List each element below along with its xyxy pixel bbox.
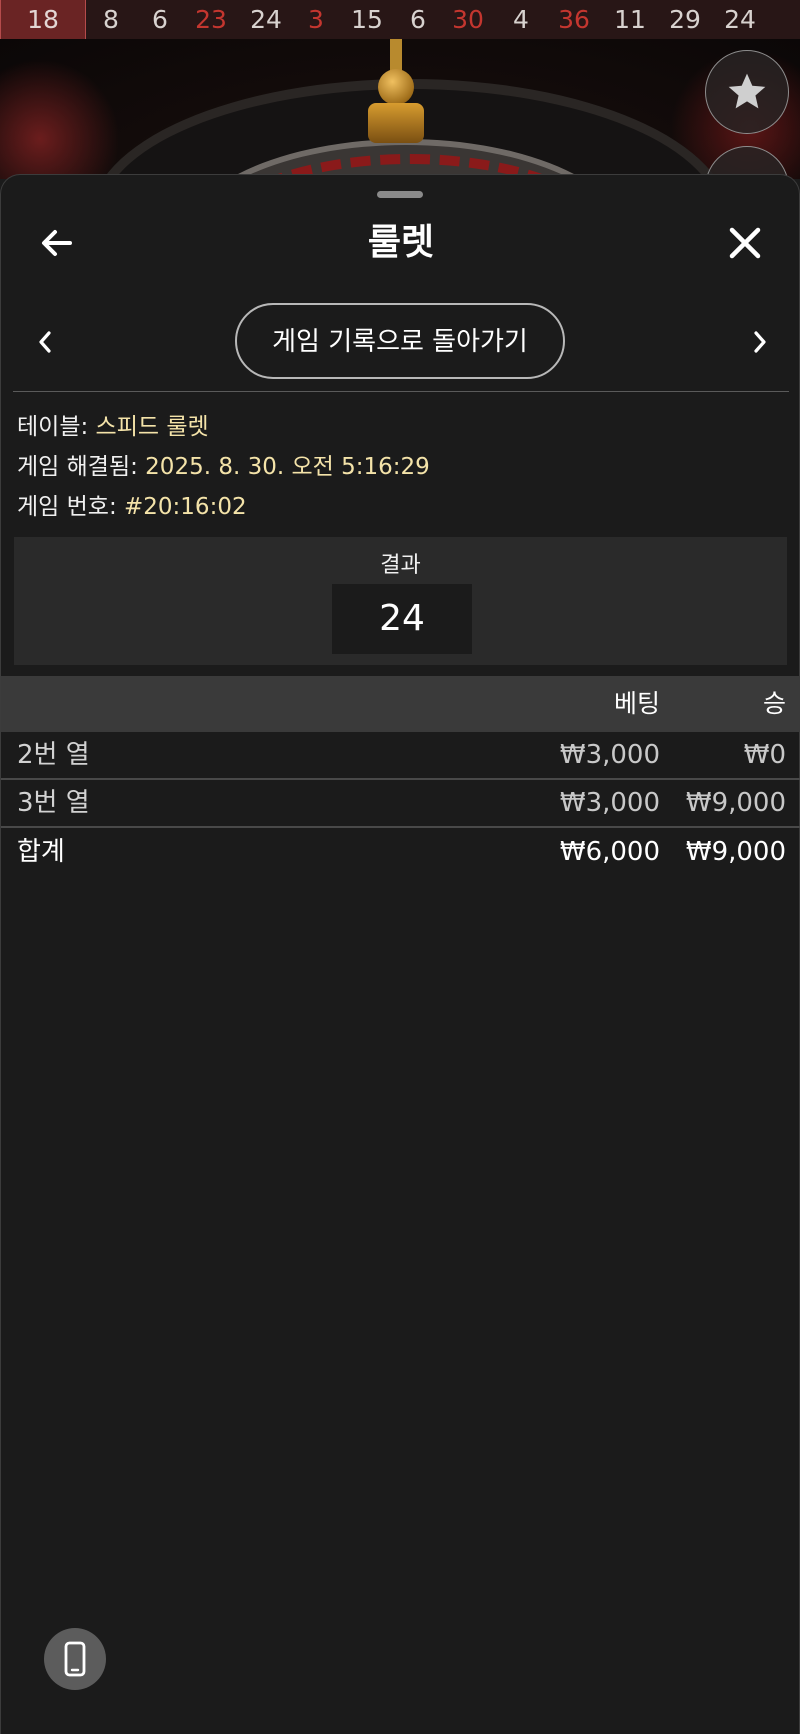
bet-name: 2번 열 [17,740,90,770]
total-row: 합계 ₩6,000 ₩9,000 [1,828,800,876]
resolved-info-row: 게임 해결됨: 2025. 8. 30. 오전 5:16:29 [17,447,797,487]
total-win: ₩9,000 [685,837,786,867]
arrow-left-icon [42,230,72,256]
page-title: 룰렛 [367,222,435,263]
table-info-row: 테이블: 스피드 룰렛 [17,407,797,447]
next-game-button[interactable] [744,325,774,359]
table-row: 2번 열 ₩3,000 ₩0 [1,732,800,780]
close-icon [729,227,761,259]
back-to-history-button[interactable]: 게임 기록으로 돌아가기 [235,303,565,379]
total-bet: ₩6,000 [559,837,660,867]
resolved-label: 게임 해결됨: [17,454,146,480]
wheel-turret [360,39,430,159]
history-number: 36 [558,5,590,34]
device-toggle-button[interactable] [44,1628,106,1690]
video-backdrop [0,59,120,179]
sheet-drag-handle[interactable] [377,191,423,198]
table-row: 3번 열 ₩3,000 ₩9,000 [1,780,800,828]
live-video-feed [0,39,800,179]
history-number: 18 [0,0,86,40]
history-number: 15 [351,5,383,34]
bet-column-header: 베팅 [613,689,660,718]
bet-amount: ₩3,000 [559,740,660,770]
history-number: 6 [152,5,168,34]
sheet-header: 룰렛 [1,211,800,275]
history-number: 24 [724,5,756,34]
history-number: 8 [103,5,119,34]
game-detail-sheet: 룰렛 게임 기록으로 돌아가기 테이블: 스피드 룰렛 게임 해결됨: 2025… [0,174,800,1734]
back-button[interactable] [37,223,77,263]
recent-results-strip: 18 8 6 23 24 3 15 6 30 4 36 11 29 24 [0,0,800,40]
history-number: 3 [308,5,324,34]
result-number: 24 [332,584,472,654]
history-number: 29 [669,5,701,34]
resolved-value: 2025. 8. 30. 오전 5:16:29 [145,454,430,480]
history-number: 11 [614,5,646,34]
star-icon [728,73,766,109]
bets-table: 베팅 승 2번 열 ₩3,000 ₩0 3번 열 ₩3,000 ₩9,000 합… [1,676,800,876]
favorite-button[interactable] [705,50,789,134]
game-number-value: #20:16:02 [124,494,247,520]
history-number: 23 [195,5,227,34]
history-number: 30 [452,5,484,34]
result-label: 결과 [380,553,421,578]
chevron-left-icon [39,331,51,353]
previous-game-button[interactable] [31,325,61,359]
table-value: 스피드 룰렛 [95,414,209,440]
bets-table-header: 베팅 승 [1,676,800,732]
close-button[interactable] [725,223,765,263]
phone-icon [64,1641,86,1677]
history-number: 24 [250,5,282,34]
win-amount: ₩9,000 [685,788,786,818]
chevron-right-icon [754,331,766,353]
game-number-row: 게임 번호: #20:16:02 [17,487,797,527]
result-card: 결과 24 [14,537,787,665]
win-column-header: 승 [762,689,786,718]
game-number-label: 게임 번호: [17,494,125,520]
history-number: 6 [410,5,426,34]
win-amount: ₩0 [743,740,786,770]
bet-name: 3번 열 [17,788,90,818]
game-navigation: 게임 기록으로 돌아가기 [1,301,800,381]
table-label: 테이블: [17,414,96,440]
game-info: 테이블: 스피드 룰렛 게임 해결됨: 2025. 8. 30. 오전 5:16… [17,407,797,527]
total-label: 합계 [17,837,65,867]
divider [13,391,789,392]
bet-amount: ₩3,000 [559,788,660,818]
history-number: 4 [513,5,529,34]
